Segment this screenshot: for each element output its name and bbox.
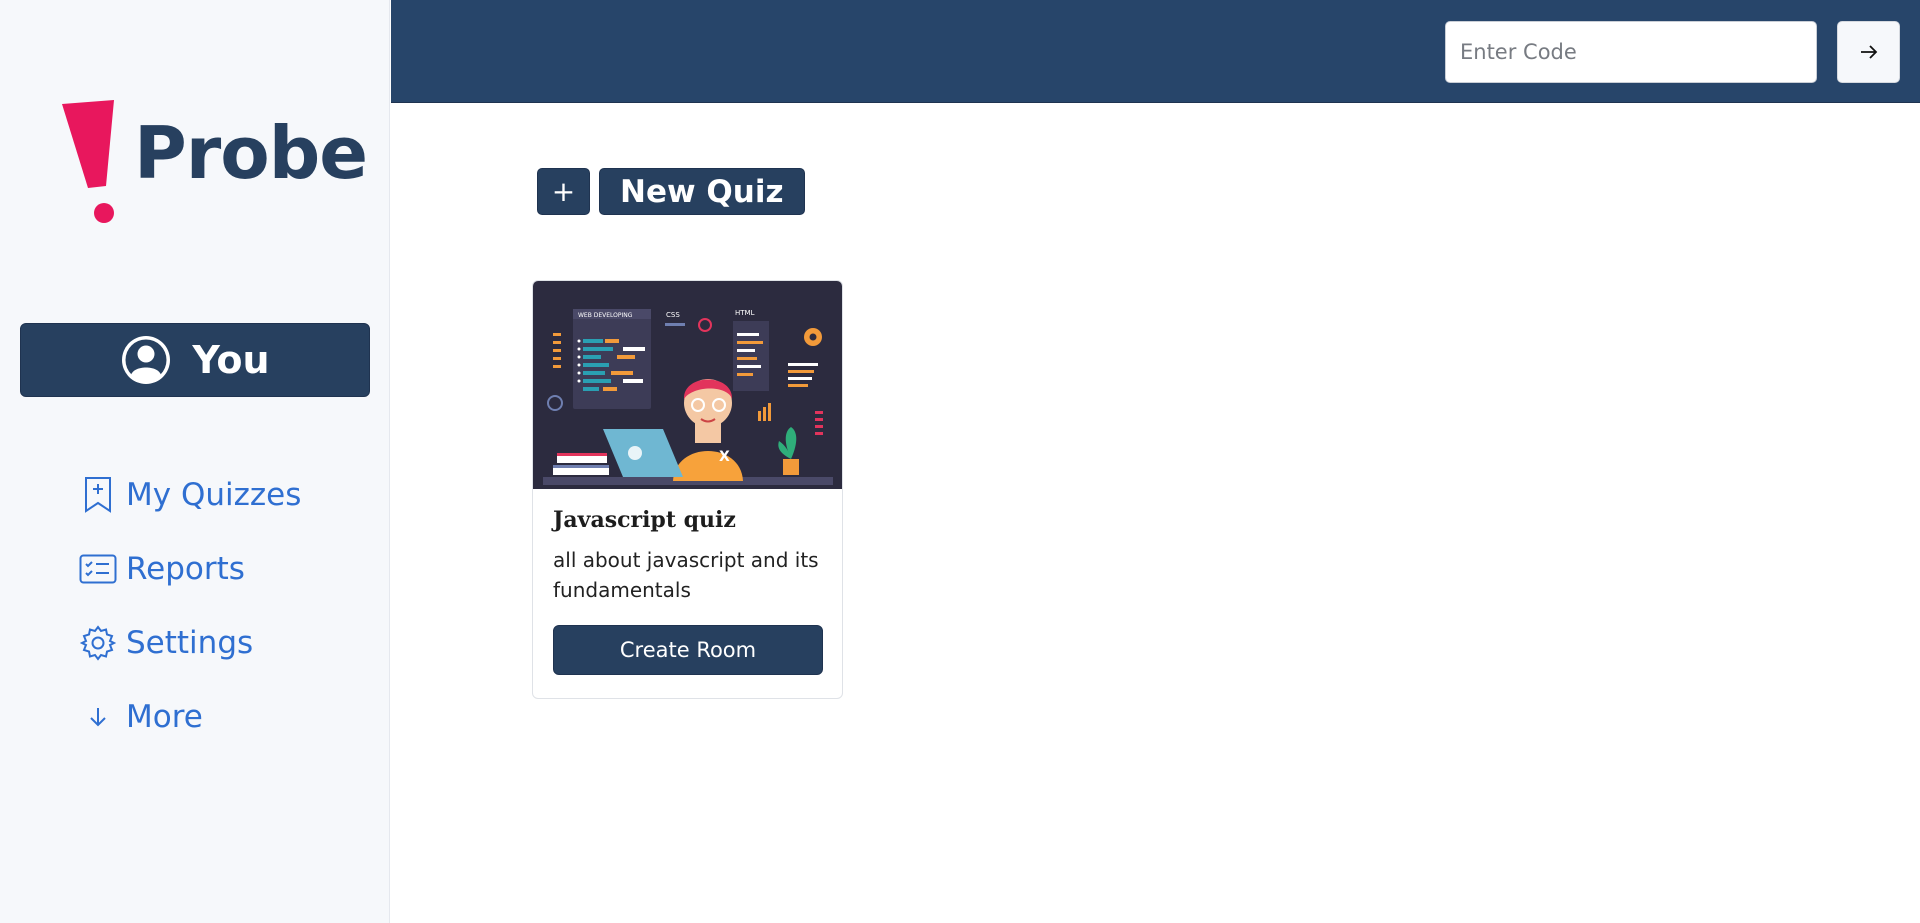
new-quiz-button[interactable]: New Quiz [599, 168, 805, 215]
quiz-title: Javascript quiz [553, 507, 736, 533]
create-room-label: Create Room [619, 638, 757, 662]
add-quiz-button[interactable]: + [537, 168, 590, 215]
sidebar-nav: My Quizzes Reports Settings More [78, 470, 301, 766]
sidebar-item-label: Settings [126, 625, 254, 661]
sidebar-item-settings[interactable]: Settings [78, 618, 301, 668]
sidebar-item-label: More [126, 699, 203, 735]
bookmark-plus-icon [78, 475, 118, 515]
user-circle-icon [120, 334, 172, 386]
quiz-description: all about javascript and its fundamental… [553, 548, 819, 602]
image-label-web: WEB DEVELOPING [578, 312, 633, 319]
image-label-css: CSS [666, 311, 680, 319]
sidebar-item-more[interactable]: More [78, 692, 301, 742]
quiz-card[interactable]: WEB DEVELOPING CSS HTML X Javascript qui… [532, 280, 843, 699]
svg-text:X: X [719, 449, 730, 465]
room-code-input[interactable] [1445, 21, 1817, 83]
join-room-button[interactable] [1837, 21, 1900, 83]
sidebar: Probe You My Quizzes Reports Settings Mo… [0, 0, 390, 923]
exclamation-logo-icon [62, 100, 114, 223]
checklist-card-icon [78, 549, 118, 589]
create-room-button[interactable]: Create Room [553, 625, 823, 675]
profile-button[interactable]: You [20, 323, 370, 397]
arrow-right-icon [1860, 45, 1878, 59]
quiz-cover-image: WEB DEVELOPING CSS HTML X [533, 281, 842, 489]
new-quiz-label: New Quiz [620, 173, 784, 210]
arrow-down-icon [78, 697, 118, 737]
image-label-html: HTML [735, 309, 755, 317]
sidebar-item-label: Reports [126, 551, 245, 587]
logo-text: Probe [134, 111, 368, 195]
profile-label: You [192, 338, 270, 382]
sidebar-item-label: My Quizzes [126, 477, 302, 513]
sidebar-item-reports[interactable]: Reports [78, 544, 301, 594]
gear-icon [78, 623, 118, 663]
sidebar-item-my-quizzes[interactable]: My Quizzes [78, 470, 301, 520]
probe-logo[interactable]: Probe [58, 96, 368, 226]
plus-icon: + [551, 175, 576, 208]
